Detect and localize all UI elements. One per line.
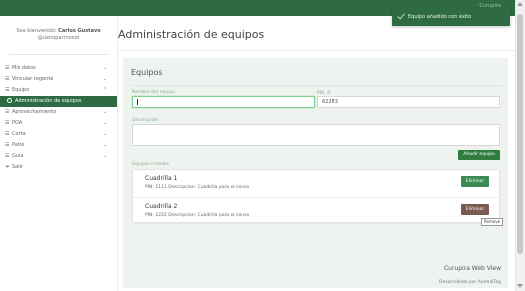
- chevron-down-icon: ⌄: [102, 153, 107, 159]
- teams-list-label: Equipos creados: [132, 162, 169, 167]
- page-title: Administración de equipos: [118, 28, 265, 41]
- developer-credit: Desarrollado por AnimalTag: [439, 280, 501, 285]
- pin-input[interactable]: 62283: [317, 96, 500, 108]
- scrollbar-thumb[interactable]: [517, 14, 523, 254]
- list-icon: ☰: [5, 87, 10, 93]
- delete-button[interactable]: Eliminar: [461, 204, 489, 215]
- card-divider: [131, 85, 503, 86]
- sidebar-item-label: Aprovechamiento: [12, 109, 57, 115]
- list-icon: ☰: [5, 153, 10, 159]
- team-name-input[interactable]: [132, 96, 315, 108]
- user-name: Carlos Gustavo: [58, 28, 101, 34]
- toast-message: Equipo añadido con éxito: [408, 14, 472, 20]
- welcome-divider: [8, 54, 109, 55]
- logout-icon: ➜: [5, 164, 10, 170]
- title-divider: [118, 50, 515, 51]
- scroll-up-arrow-icon[interactable]: [517, 2, 523, 6]
- chevron-down-icon: ⌄: [102, 120, 107, 126]
- sidebar-item-label: Salir: [12, 164, 24, 170]
- sidebar-item-mis-datos[interactable]: ☰ Mis datos ⌄: [0, 63, 117, 74]
- chevron-up-icon: ⌃: [102, 87, 107, 93]
- sidebar-item-label: Vincular regente: [12, 76, 54, 82]
- success-toast: Equipo añadido con éxito: [392, 8, 510, 26]
- scroll-down-arrow-icon[interactable]: [517, 284, 523, 288]
- welcome-block: Sea bienvenido: Carlos Gustavo @uenoparr…: [16, 28, 101, 41]
- list-icon: ☰: [5, 76, 10, 82]
- sidebar-item-label: POA: [12, 120, 23, 126]
- chevron-down-icon: ⌄: [102, 142, 107, 148]
- sidebar-item-label: Guía: [12, 153, 24, 159]
- team-name: Cuadrilla 1: [145, 175, 178, 182]
- sidebar-item-administracion-equipos[interactable]: Administración de equipos: [0, 96, 117, 107]
- sidebar-item-guia[interactable]: ☰ Guía ⌄: [0, 151, 117, 162]
- list-icon: ☰: [5, 131, 10, 137]
- sidebar-item-aprovechamiento[interactable]: ☰ Aprovechamiento ⌄: [0, 107, 117, 118]
- delete-button[interactable]: Eliminar: [461, 176, 489, 187]
- list-item: Cuadrilla 2 PIN: 2222 Descripcion: Cuadr…: [133, 197, 501, 224]
- brand-name: Curupira Web View: [443, 265, 501, 272]
- add-team-button[interactable]: Añadir equipo: [458, 150, 500, 160]
- card-title: Equipos: [131, 68, 163, 77]
- check-icon: [397, 11, 405, 20]
- welcome-prefix: Sea bienvenido: [16, 28, 55, 34]
- description-textarea[interactable]: [132, 124, 500, 146]
- teams-list: Cuadrilla 1 PIN: 1111 Descripcion: Cuadr…: [132, 169, 501, 224]
- description-label: Descripción: [132, 118, 159, 123]
- sidebar-item-label: Equipo: [12, 87, 30, 93]
- teams-card: Equipos Nombre del equipo PIN ⤨ 62283 De…: [123, 58, 508, 288]
- list-icon: ☰: [5, 65, 10, 71]
- sidebar-item-vincular-regente[interactable]: ☰ Vincular regente ⌄: [0, 74, 117, 85]
- text-caret: [137, 98, 138, 105]
- list-icon: ☰: [5, 109, 10, 115]
- remove-tooltip: Remove: [481, 218, 504, 226]
- page-scrollbar[interactable]: [515, 0, 525, 291]
- ring-icon: [7, 98, 12, 103]
- team-name: Cuadrilla 2: [145, 203, 178, 210]
- user-handle: @uenoparrnoool: [37, 35, 80, 41]
- sidebar-item-label: Corta: [12, 131, 26, 137]
- list-icon: ☰: [5, 142, 10, 148]
- chevron-down-icon: ⌄: [102, 131, 107, 137]
- main-content: Administración de equipos Equipos Nombre…: [118, 16, 515, 291]
- sidebar: Sea bienvenido: Carlos Gustavo @uenoparr…: [0, 16, 118, 291]
- sidebar-item-equipo[interactable]: ☰ Equipo ⌃: [0, 85, 117, 96]
- chevron-down-icon: ⌄: [102, 76, 107, 82]
- list-item: Cuadrilla 1 PIN: 1111 Descripcion: Cuadr…: [133, 170, 501, 197]
- sidebar-item-salir[interactable]: ➜ Salir: [0, 162, 117, 173]
- sidebar-item-corta[interactable]: ☰ Corta ⌄: [0, 129, 117, 140]
- team-name-label: Nombre del equipo: [132, 90, 175, 95]
- sidebar-item-label: Administración de equipos: [15, 98, 82, 104]
- sidebar-menu: ☰ Mis datos ⌄ ☰ Vincular regente ⌄ ☰ Equipo ⌃ …: [0, 63, 117, 173]
- team-details: PIN: 2222 Descripcion: Cuadrilla para el…: [145, 213, 250, 218]
- sidebar-item-poa[interactable]: ☰ POA ⌄: [0, 118, 117, 129]
- sidebar-item-label: Patio: [12, 142, 25, 148]
- chevron-down-icon: ⌄: [102, 65, 107, 71]
- sidebar-item-label: Mis datos: [12, 65, 36, 71]
- chevron-down-icon: ⌄: [102, 109, 107, 115]
- list-icon: ☰: [5, 120, 10, 126]
- sidebar-item-patio[interactable]: ☰ Patio ⌄: [0, 140, 117, 151]
- team-details: PIN: 1111 Descripcion: Cuadrilla para el…: [145, 185, 250, 190]
